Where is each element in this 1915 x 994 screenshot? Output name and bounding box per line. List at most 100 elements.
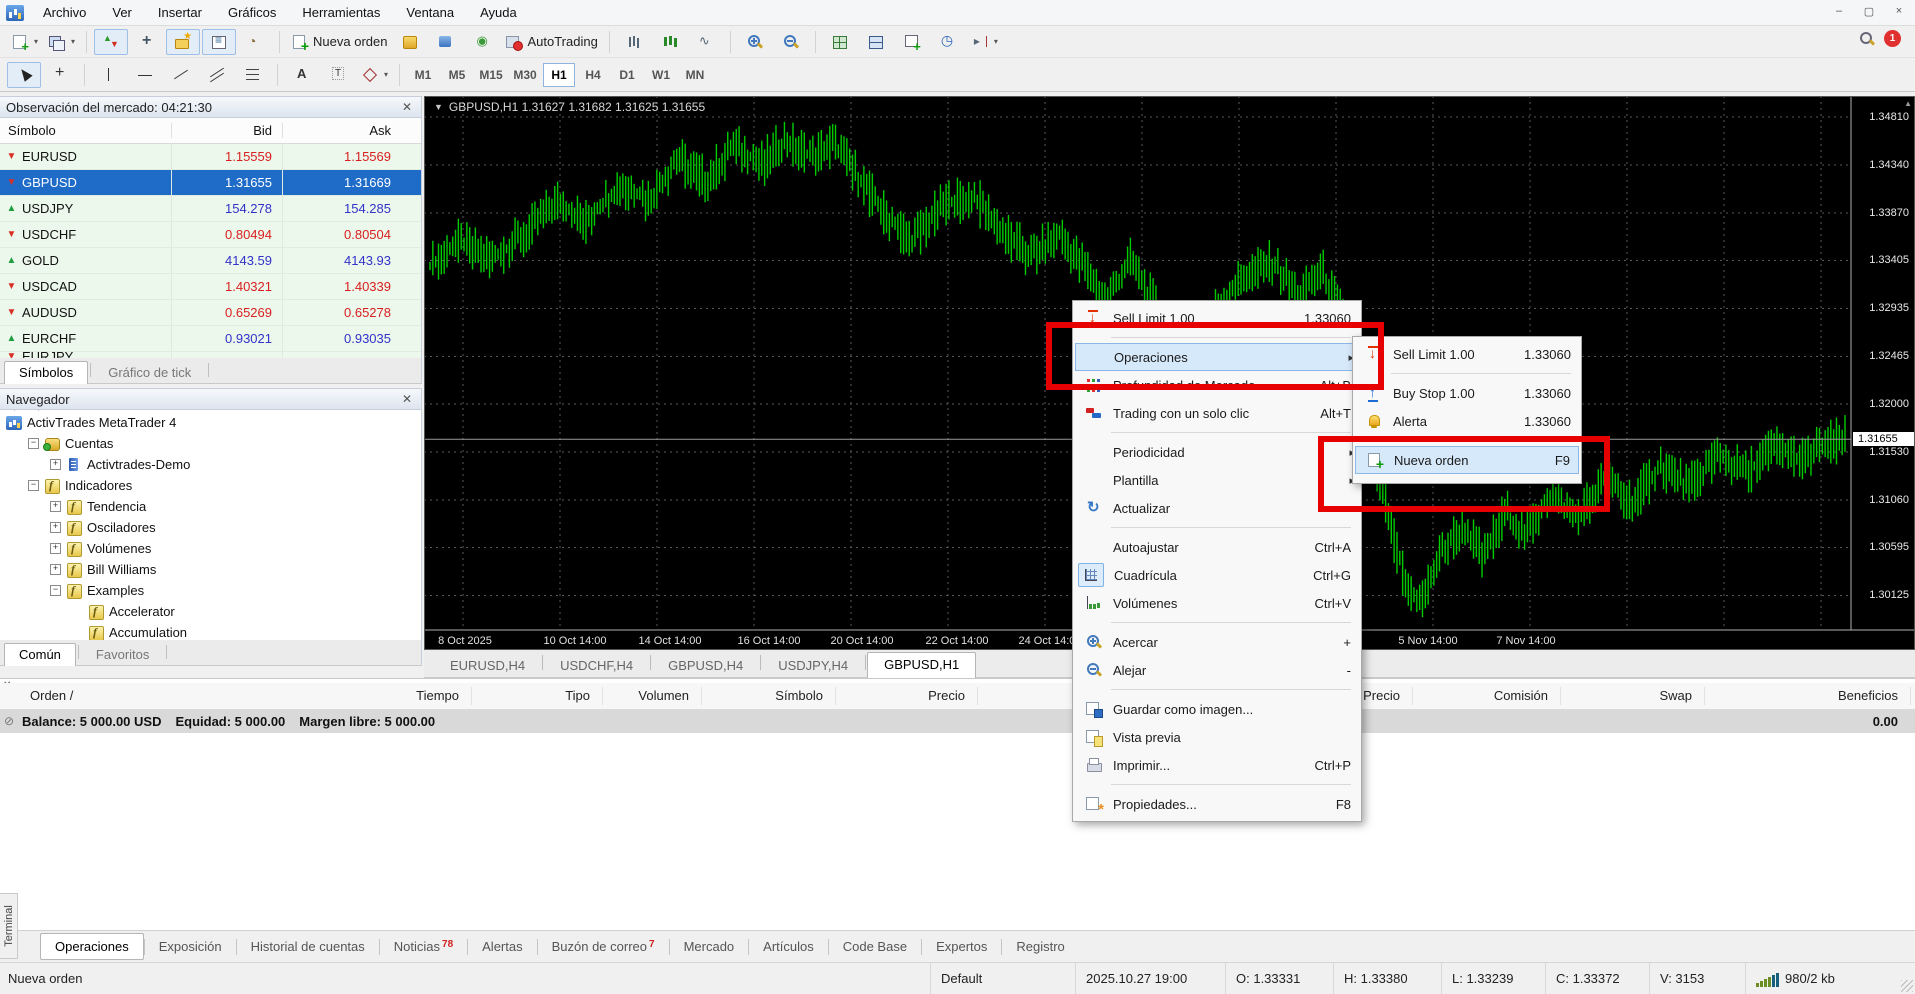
- context-menu-item-imprimir[interactable]: Imprimir...Ctrl+P: [1075, 751, 1359, 779]
- zoom-out-button[interactable]: [774, 29, 808, 55]
- terminal-column-comision-7[interactable]: Comisión: [1494, 688, 1548, 703]
- dropdown-caret-icon[interactable]: ▾: [34, 37, 38, 46]
- context-menu-item-operaciones[interactable]: Operaciones▸: [1075, 343, 1359, 371]
- zoom-in-button[interactable]: [738, 29, 772, 55]
- context-menu-item-vista-previa[interactable]: Vista previa: [1075, 723, 1359, 751]
- chart-tab-gbpusd-h4[interactable]: GBPUSD,H4: [652, 654, 759, 677]
- terminal-column-tiempo-1[interactable]: Tiempo: [416, 688, 459, 703]
- dropdown-caret-icon[interactable]: ▾: [384, 70, 388, 79]
- market-watch-close-icon[interactable]: ✕: [399, 100, 415, 114]
- minimize-button[interactable]: –: [1826, 2, 1852, 20]
- trendline-button[interactable]: [164, 62, 198, 88]
- crosshair-button[interactable]: [43, 62, 77, 88]
- menu-herramientas[interactable]: Herramientas: [289, 1, 393, 24]
- symbol-row-eurchf[interactable]: ▲EURCHF0.930210.93035: [0, 326, 421, 352]
- channel-button[interactable]: [200, 62, 234, 88]
- collapse-icon[interactable]: −: [50, 585, 61, 596]
- menu-graficos[interactable]: Gráficos: [215, 1, 289, 24]
- text-button[interactable]: [285, 62, 319, 88]
- timeframe-m5[interactable]: M5: [441, 63, 473, 87]
- terminal-column-volumen-3[interactable]: Volumen: [638, 688, 689, 703]
- chart-tab-usdchf-h4[interactable]: USDCHF,H4: [544, 654, 649, 677]
- cursor-button[interactable]: [7, 62, 41, 88]
- new-window-button[interactable]: [895, 29, 929, 55]
- terminal-side-tab[interactable]: Terminal: [0, 893, 18, 959]
- strategy-tester-button[interactable]: [238, 29, 272, 55]
- navigator-button[interactable]: [166, 29, 200, 55]
- chart-candles-button[interactable]: [653, 29, 687, 55]
- close-button[interactable]: ×: [1886, 2, 1912, 20]
- chart-tab-eurusd-h4[interactable]: EURUSD,H4: [434, 654, 541, 677]
- shapes-button[interactable]: ▾: [357, 62, 392, 88]
- menu-ver[interactable]: Ver: [99, 1, 145, 24]
- submenu-item-buy-stop-1-00[interactable]: Buy Stop 1.001.33060: [1355, 379, 1579, 407]
- data-window-button[interactable]: [130, 29, 164, 55]
- timeframe-m1[interactable]: M1: [407, 63, 439, 87]
- symbol-row-usdjpy[interactable]: ▲USDJPY154.278154.285: [0, 196, 421, 222]
- terminal-tab-noticias[interactable]: Noticias78: [380, 934, 467, 959]
- expand-icon[interactable]: +: [50, 459, 61, 470]
- timeframe-m15[interactable]: M15: [475, 63, 507, 87]
- terminal-tab-articulos[interactable]: Artículos: [749, 934, 828, 959]
- context-menu-item-acercar[interactable]: Acercar+: [1075, 628, 1359, 656]
- column-header-ask[interactable]: Ask: [283, 123, 421, 138]
- expand-icon[interactable]: +: [50, 564, 61, 575]
- navigator-tab-comun[interactable]: Común: [4, 643, 76, 666]
- tree-item-examples[interactable]: −Examples: [0, 580, 154, 601]
- clock-button[interactable]: [931, 29, 965, 55]
- market-watch-button[interactable]: [94, 29, 128, 55]
- submenu-item-alerta[interactable]: Alerta1.33060: [1355, 407, 1579, 435]
- status-profile[interactable]: Default: [930, 963, 1075, 994]
- terminal-tab-registro[interactable]: Registro: [1002, 934, 1078, 959]
- terminal-tab-exposicion[interactable]: Exposición: [145, 934, 236, 959]
- terminal-column-precio-5[interactable]: Precio: [928, 688, 965, 703]
- symbol-row-eurusd[interactable]: ▼EURUSD1.155591.15569: [0, 144, 421, 170]
- terminal-tab-code-base[interactable]: Code Base: [829, 934, 921, 959]
- context-menu-item-periodicidad[interactable]: Periodicidad▸: [1075, 438, 1359, 466]
- resize-grip[interactable]: [1901, 980, 1913, 992]
- context-menu-item-cuadricula[interactable]: CuadrículaCtrl+G: [1075, 561, 1359, 589]
- notification-badge[interactable]: 1: [1884, 30, 1901, 47]
- label-button[interactable]: [321, 62, 355, 88]
- signals-button[interactable]: [465, 29, 499, 55]
- timeframe-h4[interactable]: H4: [577, 63, 609, 87]
- timeframe-h1[interactable]: H1: [543, 63, 575, 87]
- symbol-row-usdchf[interactable]: ▼USDCHF0.804940.80504: [0, 222, 421, 248]
- dropdown-caret-icon[interactable]: ▾: [71, 37, 75, 46]
- market-watch-tab-simbolos[interactable]: Símbolos: [4, 361, 88, 384]
- context-menu-item-volumenes[interactable]: VolúmenesCtrl+V: [1075, 589, 1359, 617]
- context-menu-item-plantilla[interactable]: Plantilla▸: [1075, 466, 1359, 494]
- tree-item-indicadores[interactable]: −Indicadores: [0, 475, 142, 496]
- collapse-icon[interactable]: −: [28, 480, 39, 491]
- tree-item-accelerator[interactable]: Accelerator: [0, 601, 185, 622]
- tree-item-volumenes[interactable]: +Volúmenes: [0, 538, 161, 559]
- chart-tab-usdjpy-h4[interactable]: USDJPY,H4: [762, 654, 864, 677]
- arrange-v-button[interactable]: [859, 29, 893, 55]
- column-header-simbolo[interactable]: Símbolo: [0, 123, 172, 138]
- context-menu-item-profundidad-de-mercado[interactable]: Profundidad de MercadoAlt+B: [1075, 371, 1359, 399]
- tree-item-bill-williams[interactable]: +Bill Williams: [0, 559, 166, 580]
- nueva-orden-button[interactable]: Nueva orden: [287, 29, 391, 55]
- context-menu-item-guardar-como-imagen[interactable]: Guardar como imagen...: [1075, 695, 1359, 723]
- tile-windows-button[interactable]: [823, 29, 857, 55]
- autotrading-button[interactable]: AutoTrading: [501, 29, 601, 55]
- context-menu-item-propiedades[interactable]: Propiedades...F8: [1075, 790, 1359, 818]
- terminal-column-precio-6[interactable]: Precio: [1363, 688, 1400, 703]
- new-chart-button[interactable]: ▾: [7, 29, 42, 55]
- terminal-column-simbolo-4[interactable]: Símbolo: [775, 688, 823, 703]
- timeframe-mn[interactable]: MN: [679, 63, 711, 87]
- expand-icon[interactable]: +: [50, 501, 61, 512]
- fibo-button[interactable]: [236, 62, 270, 88]
- symbol-row-gbpusd[interactable]: ▼GBPUSD1.316551.31669: [0, 170, 421, 196]
- context-menu-item-sell-limit-1-00[interactable]: Sell Limit 1.001.33060: [1075, 304, 1359, 332]
- menu-archivo[interactable]: Archivo: [30, 1, 99, 24]
- chart-tab-gbpusd-h1[interactable]: GBPUSD,H1: [867, 652, 976, 678]
- chart-shift-button[interactable]: ▾: [967, 29, 1002, 55]
- terminal-column-orden-0[interactable]: Orden /: [30, 688, 73, 703]
- terminal-column-beneficios-9[interactable]: Beneficios: [1838, 688, 1898, 703]
- market-watch-tab-grafico-de-tick[interactable]: Gráfico de tick: [93, 361, 206, 383]
- community-button[interactable]: [429, 29, 463, 55]
- metaeditor-button[interactable]: [393, 29, 427, 55]
- hline-button[interactable]: [128, 62, 162, 88]
- tree-item-tendencia[interactable]: +Tendencia: [0, 496, 156, 517]
